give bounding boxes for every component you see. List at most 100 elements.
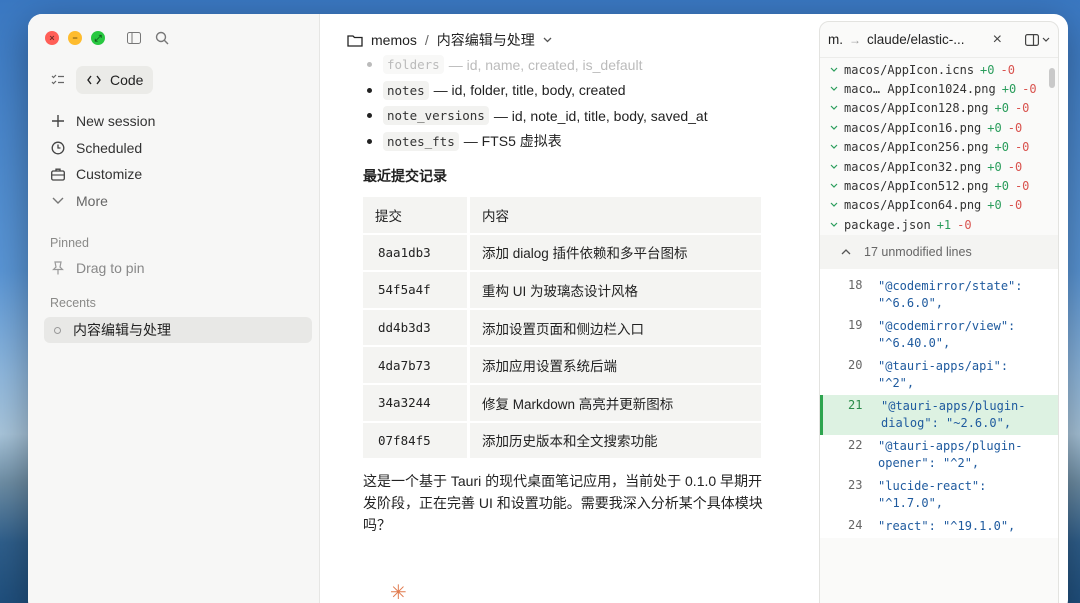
changed-file-row[interactable]: maco… AppIcon1024.png +0 -0 [820, 79, 1058, 98]
commit-message: 添加应用设置系统后端 [467, 347, 761, 383]
list-item: notes — id, folder, title, body, created [363, 78, 763, 104]
breadcrumb-page[interactable]: 内容编辑与处理 [437, 30, 535, 50]
table-columns: — id, folder, title, body, created [433, 82, 626, 99]
briefcase-icon [50, 166, 66, 182]
table-row: 54f5a4f 重构 UI 为玻璃态设计风格 [363, 272, 761, 308]
search-icon[interactable] [154, 30, 170, 46]
zoom-window-button[interactable]: ⤢ [91, 31, 105, 45]
commit-message: 添加设置页面和侧边栏入口 [467, 309, 761, 346]
diff-line: 24 "react": "^19.1.0", [820, 515, 1058, 538]
changed-file-row[interactable]: macos/AppIcon128.png +0 -0 [820, 99, 1058, 118]
commit-hash: dd4b3d3 [363, 309, 467, 346]
folder-icon [347, 32, 363, 48]
chevron-down-icon [830, 220, 838, 230]
table-columns: — id, note_id, title, body, saved_at [493, 107, 708, 124]
chevron-down-icon [830, 181, 838, 191]
additions-count: +0 [994, 140, 1009, 155]
line-code: "react": "^19.1.0", [878, 518, 1016, 533]
chevron-up-icon [838, 244, 854, 260]
changed-file-row[interactable]: macos/AppIcon.icns +0 -0 [820, 60, 1058, 79]
list-item: note_versions — id, note_id, title, body,… [363, 103, 763, 129]
pinned-section-label: Pinned [50, 236, 89, 250]
chevron-down-icon [830, 162, 838, 172]
code-mode-label: Code [110, 72, 144, 88]
line-code: "@tauri-apps/plugin-dialog": "~2.6.0", [881, 398, 1026, 430]
line-number: 21 [848, 397, 863, 412]
message-content: folders — id, name, created, is_default n… [363, 52, 763, 536]
window-controls: × − ⤢ [45, 31, 105, 45]
changed-file-row[interactable]: macos/AppIcon16.png +0 -0 [820, 118, 1058, 137]
unmodified-lines-toggle[interactable]: 17 unmodified lines [820, 234, 1058, 269]
deletions-count: -0 [1014, 179, 1030, 194]
sidebar-item-new-session[interactable]: New session [50, 108, 310, 135]
panel-scrollbar[interactable] [1049, 68, 1055, 88]
recent-session-item[interactable]: 内容编辑与处理 [44, 317, 312, 343]
commit-message: 添加 dialog 插件依赖和多平台图标 [467, 234, 761, 271]
chevron-down-icon [830, 142, 838, 152]
changed-file-row[interactable]: package.json +1 -0 [820, 215, 1058, 234]
summary-text: 这是一个基于 Tauri 的现代桌面笔记应用，当前处于 0.1.0 早期开发阶段… [363, 473, 763, 534]
diff-view: 18 "@codemirror/state": "^6.6.0", 19 "@cod… [820, 268, 1058, 538]
sidebar-item-more[interactable]: More [50, 188, 310, 215]
sidebar-item-label: More [76, 192, 108, 209]
split-view-icon [1024, 32, 1040, 48]
commit-hash: 8aa1db3 [363, 234, 467, 271]
spinner-icon: ✳ [390, 582, 407, 603]
file-name: macos/AppIcon32.png [844, 159, 982, 174]
file-name: macos/AppIcon128.png [844, 101, 989, 116]
sidebar-toggle-icon[interactable] [126, 30, 142, 46]
table-columns: — FTS5 虚拟表 [463, 133, 562, 150]
chevron-down-icon[interactable] [543, 35, 552, 46]
chevron-down-icon [830, 123, 838, 133]
deletions-count: -0 [1022, 82, 1037, 97]
changed-file-row[interactable]: macos/AppIcon32.png +0 -0 [820, 157, 1058, 176]
sidebar-item-label: Customize [76, 166, 143, 183]
line-number: 18 [848, 277, 863, 292]
changed-file-row[interactable]: macos/AppIcon512.png +0 -0 [820, 176, 1058, 195]
branch-title[interactable]: claude/elastic-... [867, 32, 987, 47]
line-number: 24 [848, 517, 863, 532]
sidebar-item-customize[interactable]: Customize [50, 161, 310, 188]
section-heading: 最近提交记录 [363, 168, 447, 184]
close-window-button[interactable]: × [45, 31, 59, 45]
file-name: macos/AppIcon64.png [844, 198, 982, 213]
minimize-window-button[interactable]: − [68, 31, 82, 45]
table-row: 8aa1db3 添加 dialog 插件依赖和多平台图标 [363, 234, 761, 271]
diff-line: 18 "@codemirror/state": "^6.6.0", [820, 275, 1058, 315]
panel-layout-button[interactable] [1024, 32, 1050, 48]
additions-count: +1 [936, 217, 952, 232]
code-mode-button[interactable]: Code [76, 66, 154, 94]
sidebar-nav: New session Scheduled Customize More [50, 108, 310, 214]
commit-message: 修复 Markdown 高亮并更新图标 [467, 384, 761, 421]
file-name: macos/AppIcon.icns [844, 62, 975, 77]
changed-file-row[interactable]: macos/AppIcon64.png +0 -0 [820, 196, 1058, 215]
sidebar-toolbar [126, 30, 170, 46]
table-columns: — id, name, created, is_default [448, 56, 643, 73]
deletions-count: -0 [1014, 140, 1030, 155]
sidebar-item-scheduled[interactable]: Scheduled [50, 135, 310, 162]
tasks-icon[interactable] [50, 72, 66, 88]
line-number: 20 [848, 357, 863, 372]
file-name: maco… AppIcon1024.png [844, 82, 996, 97]
line-code: "@codemirror/view": "^6.40.0", [878, 318, 1016, 350]
additions-count: +0 [994, 101, 1009, 116]
line-code: "lucide-react": "^1.7.0", [878, 478, 987, 510]
chevron-down-icon [50, 193, 66, 209]
panel-tab-short[interactable]: m. [828, 32, 843, 47]
table-row: dd4b3d3 添加设置页面和侧边栏入口 [363, 309, 761, 346]
close-icon[interactable]: × [993, 31, 1002, 49]
breadcrumb-folder[interactable]: memos [371, 32, 417, 48]
additions-count: +0 [987, 120, 1002, 135]
line-number: 19 [848, 317, 863, 332]
plus-icon [50, 113, 66, 129]
table-header-row: 提交 内容 [363, 197, 761, 233]
changed-file-row[interactable]: macos/AppIcon256.png +0 -0 [820, 138, 1058, 157]
file-name: package.json [844, 217, 931, 232]
diff-line: 20 "@tauri-apps/api": "^2", [820, 355, 1058, 395]
table-name-code: notes [383, 80, 429, 100]
list-item: notes_fts — FTS5 虚拟表 [363, 129, 763, 155]
table-name-code: note_versions [383, 106, 489, 126]
deletions-count: -0 [1007, 159, 1023, 174]
deletions-count: -0 [1000, 62, 1015, 77]
recents-section-label: Recents [50, 296, 96, 310]
